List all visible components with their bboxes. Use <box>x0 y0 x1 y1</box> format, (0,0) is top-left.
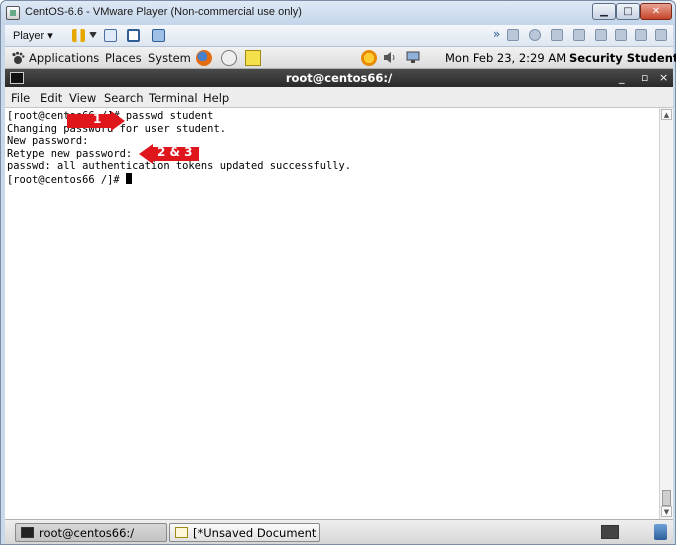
send-ctrl-alt-del-icon[interactable] <box>104 29 117 42</box>
pause-icon[interactable] <box>72 29 85 42</box>
scrollbar-thumb[interactable] <box>662 490 671 506</box>
overflow-chevron-icon[interactable]: » <box>493 27 500 41</box>
cd-drive-icon[interactable] <box>529 29 541 41</box>
annotation-arrow-2-3: 2 & 3 <box>139 144 199 164</box>
annotation-arrow-shaft <box>67 114 111 128</box>
terminal-menu[interactable]: Terminal <box>149 91 198 105</box>
close-button[interactable]: ✕ <box>640 3 672 20</box>
text-editor-icon <box>175 527 188 538</box>
trash-icon[interactable] <box>654 524 667 540</box>
scroll-up-arrow-icon[interactable]: ▲ <box>661 109 672 120</box>
taskbar-item-label: root@centos66:/ <box>39 526 135 540</box>
terminal-icon <box>21 527 34 538</box>
maximize-button[interactable]: □ <box>616 3 640 20</box>
display-device-icon[interactable] <box>655 29 667 41</box>
places-menu[interactable]: Places <box>105 51 142 65</box>
notes-icon[interactable] <box>245 50 261 66</box>
player-menu-label: Player <box>13 30 45 42</box>
terminal-scrollbar[interactable]: ▲ ▼ <box>659 108 673 519</box>
terminal-minimize-button[interactable]: _ <box>619 71 625 84</box>
updates-icon[interactable] <box>361 50 377 66</box>
user-menu[interactable]: Security Student <box>569 51 676 65</box>
terminal-line: New password: <box>7 135 89 148</box>
floppy-drive-icon[interactable] <box>551 29 563 41</box>
chevron-down-icon: ▾ <box>47 30 53 42</box>
arrow-right-icon <box>111 111 125 131</box>
terminal-output[interactable]: [root@centos66 /]# passwd student Changi… <box>5 108 659 519</box>
vmware-player-window: CentOS-6.6 - VMware Player (Non-commerci… <box>0 0 676 545</box>
gnome-bottom-panel: root@centos66:/ [*Unsaved Document ... <box>5 519 673 544</box>
text-cursor <box>125 172 132 184</box>
annotation-label-1: 1 <box>93 112 102 126</box>
vmware-app-icon <box>6 6 20 20</box>
panel-clock[interactable]: Mon Feb 23, 2:29 AM <box>445 51 566 65</box>
search-menu[interactable]: Search <box>104 91 144 105</box>
terminal-window: root@centos66:/ _ ▫ × File Edit View Sea… <box>5 69 673 519</box>
network-device-icon[interactable] <box>507 29 519 41</box>
applications-menu[interactable]: Applications <box>29 51 99 65</box>
terminal-title-bar[interactable]: root@centos66:/ _ ▫ × <box>5 69 673 87</box>
terminal-prompt-line[interactable]: [root@centos66 /]# <box>7 172 659 186</box>
usb-device-icon[interactable] <box>573 29 585 41</box>
unity-mode-icon[interactable] <box>152 29 165 42</box>
help-menu[interactable]: Help <box>203 91 229 105</box>
taskbar-item-gedit[interactable]: [*Unsaved Document ... <box>169 523 320 542</box>
guest-os-screen[interactable]: Applications Places System Mon Feb 23, 2… <box>5 47 676 544</box>
gnome-foot-icon <box>12 51 25 64</box>
message-log-icon[interactable] <box>635 29 647 41</box>
network-icon[interactable] <box>406 51 420 64</box>
firefox-icon[interactable] <box>196 50 212 66</box>
view-menu[interactable]: View <box>69 91 96 105</box>
edit-menu[interactable]: Edit <box>40 91 62 105</box>
sound-device-icon[interactable] <box>615 29 627 41</box>
terminal-menu-bar: File Edit View Search Terminal Help <box>5 87 673 108</box>
vmware-toolbar: Player ▾ » <box>5 25 673 47</box>
volume-icon[interactable] <box>383 51 397 64</box>
device-status-bar: » <box>493 27 669 43</box>
system-menu[interactable]: System <box>148 51 191 65</box>
chevron-down-icon[interactable] <box>89 32 97 38</box>
terminal-close-button[interactable]: × <box>659 71 668 84</box>
annotation-arrow-1: 1 <box>67 111 125 131</box>
scroll-down-arrow-icon[interactable]: ▼ <box>661 506 672 517</box>
fullscreen-icon[interactable] <box>127 29 140 42</box>
gnome-top-panel: Applications Places System Mon Feb 23, 2… <box>5 47 676 69</box>
taskbar-item-terminal[interactable]: root@centos66:/ <box>15 523 167 542</box>
player-menu-button[interactable]: Player ▾ <box>13 29 53 42</box>
terminal-maximize-button[interactable]: ▫ <box>641 71 648 84</box>
taskbar-item-label: [*Unsaved Document ... <box>193 526 320 540</box>
arrow-left-icon <box>139 144 153 164</box>
terminal-title: root@centos66:/ <box>285 71 393 85</box>
evolution-mail-icon[interactable] <box>221 50 237 66</box>
show-desktop-icon[interactable] <box>601 525 619 539</box>
terminal-line: passwd: all authentication tokens update… <box>7 160 352 173</box>
terminal-line: Retype new password: <box>7 147 133 160</box>
minimize-button[interactable]: ▁ <box>592 3 616 20</box>
annotation-label-2-3: 2 & 3 <box>157 145 193 159</box>
vmware-title-bar[interactable]: CentOS-6.6 - VMware Player (Non-commerci… <box>1 1 675 25</box>
file-menu[interactable]: File <box>11 91 30 105</box>
terminal-prompt: [root@centos66 /]# <box>7 173 126 186</box>
printer-device-icon[interactable] <box>595 29 607 41</box>
vmware-window-title: CentOS-6.6 - VMware Player (Non-commerci… <box>25 6 302 18</box>
